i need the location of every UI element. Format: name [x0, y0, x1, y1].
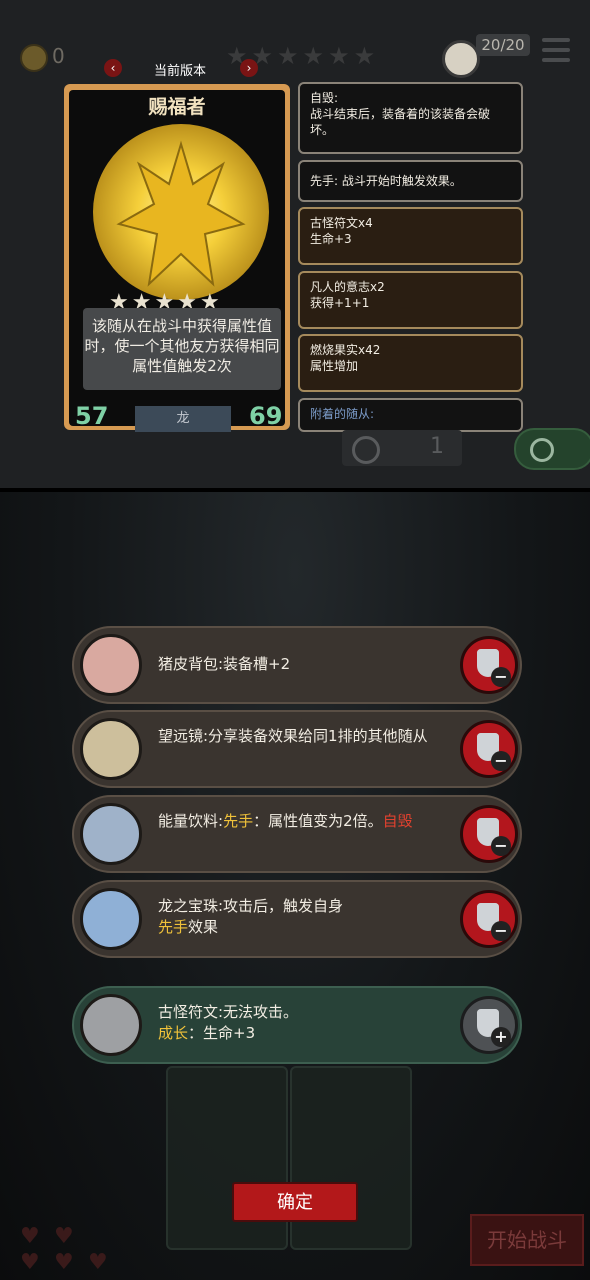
item-text: 猪皮背包:装备槽+2 [158, 655, 291, 673]
tribe-label: 龙 [135, 406, 231, 432]
equipment-item: 龙之宝珠:攻击后，触发自身 先手效果 − [72, 880, 522, 958]
item-text: 古怪符文:无法攻击。 成长：生命+3 [158, 1003, 299, 1042]
unequip-button[interactable]: − [460, 890, 518, 948]
next-version-button[interactable]: › [240, 59, 258, 77]
start-battle-button[interactable]: 开始战斗 [470, 1214, 584, 1266]
energy-drink-icon [80, 803, 142, 865]
equip-button[interactable]: + [460, 996, 518, 1054]
unequip-button[interactable]: − [460, 636, 518, 694]
version-label: 当前版本 [153, 64, 206, 79]
star-icon: ★ [328, 42, 350, 70]
background-card [290, 1066, 412, 1250]
health-value: 69 [249, 402, 283, 430]
heart-icon: ♥ [54, 1250, 74, 1275]
strange-rune-icon [80, 994, 142, 1056]
minus-icon: − [491, 836, 511, 856]
star-icon: ★ [353, 42, 376, 70]
card-count-badge: 20/20 [476, 34, 530, 56]
pig-backpack-icon [80, 634, 142, 696]
heart-icon: ♥ [20, 1224, 40, 1249]
equipment-item: 猪皮背包:装备槽+2 − [72, 626, 522, 704]
minus-icon: − [491, 921, 511, 941]
minus-icon: − [491, 667, 511, 687]
effect-first-strike: 先手: 战斗开始时触发效果。 [298, 160, 523, 202]
card-description: 该随从在战斗中获得属性值时，使一个其他友方获得相同属性值触发2次 [83, 308, 281, 390]
effect-mortal-will: 凡人的意志x2 获得+1+1 [298, 271, 523, 329]
version-selector: ‹ 当前版本 › [100, 58, 260, 79]
recycle-count: 1 [430, 434, 444, 459]
item-text: 望远镜:分享装备效果给同1排的其他随从 [158, 727, 428, 745]
recycle-icon [352, 436, 380, 464]
minus-icon: − [491, 751, 511, 771]
equipment-item: 望远镜:分享装备效果给同1排的其他随从 − [72, 710, 522, 788]
dragon-orb-icon [80, 888, 142, 950]
heart-icon: ♥ [20, 1250, 40, 1275]
star-icon: ★ [302, 42, 325, 70]
telescope-icon [80, 718, 142, 780]
golden-dragon-portrait [93, 124, 269, 300]
effect-rune: 古怪符文x4 生命+3 [298, 207, 523, 265]
minion-card: 赐福者 ★ ★ ★ ★ ★ 该随从在战斗中获得属性值时，使一个其他友方获得相同属… [64, 84, 290, 432]
coin-icon [20, 44, 48, 72]
heart-icon: ♥ [88, 1250, 108, 1275]
coin-count: 0 [52, 44, 65, 68]
menu-icon[interactable] [542, 38, 570, 62]
star-icon: ★ [277, 42, 299, 70]
unequip-button[interactable]: − [460, 805, 518, 863]
effect-burning-fruit: 燃烧果实x42 属性增加 [298, 334, 523, 392]
item-text: 能量饮料:先手：属性值变为2倍。自毁 [158, 812, 413, 830]
equipment-item: 能量饮料:先手：属性值变为2倍。自毁 − [72, 795, 522, 873]
heart-icon: ♥ [54, 1224, 74, 1249]
search-icon [530, 438, 554, 462]
confirm-button[interactable]: 确定 [232, 1182, 358, 1222]
effect-attached-minion: 附着的随从: [298, 398, 523, 432]
recycle-counter[interactable]: 1 [342, 430, 462, 466]
attack-value: 57 [75, 402, 109, 430]
effect-self-destruct: 自毁: 战斗结束后，装备着的该装备会破坏。 [298, 82, 523, 154]
plus-icon: + [491, 1027, 511, 1047]
background-card [166, 1066, 288, 1250]
search-button[interactable] [514, 428, 590, 470]
player-avatar[interactable] [442, 40, 480, 78]
item-text: 龙之宝珠:攻击后，触发自身 先手效果 [158, 897, 344, 936]
card-name: 赐福者 [148, 96, 206, 118]
equipment-item: 古怪符文:无法攻击。 成长：生命+3 + [72, 986, 522, 1064]
unequip-button[interactable]: − [460, 720, 518, 778]
